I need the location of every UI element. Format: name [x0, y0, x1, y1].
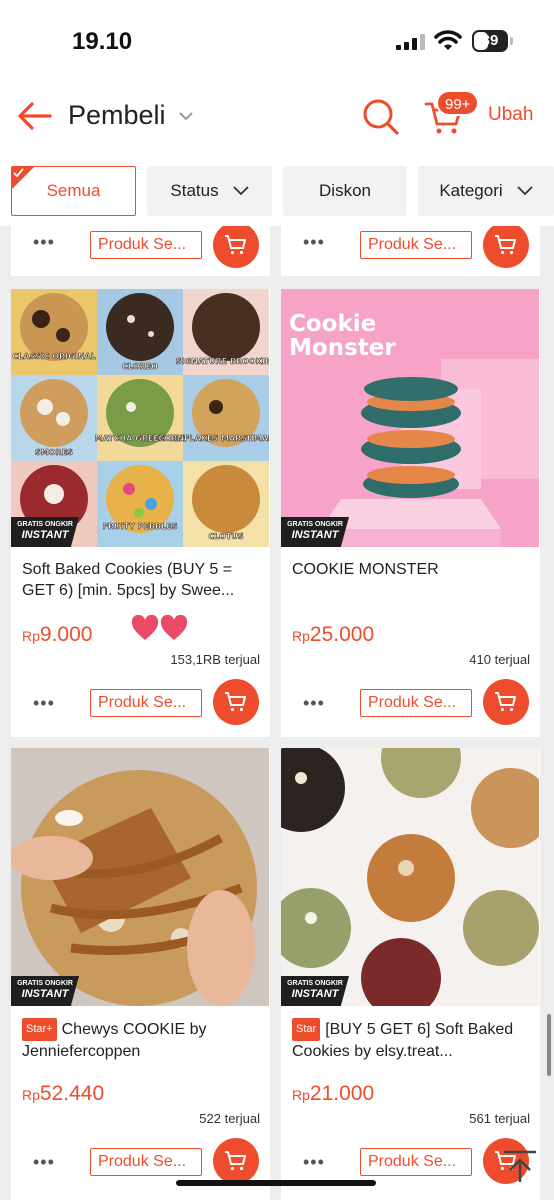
- similar-products-button[interactable]: Produk Se...: [360, 231, 472, 259]
- free-shipping-badge: GRATIS ONGKIR INSTANT: [281, 976, 349, 1006]
- cart-icon: [225, 692, 246, 712]
- sold-count: 410 terjual: [469, 652, 530, 667]
- cart-icon: [495, 692, 516, 712]
- chevron-down-icon: [517, 186, 533, 196]
- similar-products-button[interactable]: Produk Se...: [90, 689, 202, 717]
- product-price: Rp9.000: [22, 623, 93, 646]
- more-options-icon[interactable]: •••: [303, 232, 325, 253]
- assorted-cookies-image: [281, 748, 539, 1006]
- hearts-icon: [131, 615, 188, 640]
- cellular-signal-icon: [396, 34, 425, 50]
- search-icon[interactable]: [360, 96, 400, 136]
- wifi-icon: [434, 30, 462, 50]
- more-options-icon[interactable]: •••: [303, 693, 325, 714]
- similar-products-button[interactable]: Produk Se...: [360, 689, 472, 717]
- sold-count: 522 terjual: [199, 1111, 260, 1126]
- battery-level: 39: [481, 32, 499, 49]
- more-options-icon[interactable]: •••: [33, 1152, 55, 1173]
- cookie-label: FRUITY PEBBLES: [103, 522, 178, 531]
- product-price: Rp25.000: [292, 623, 375, 646]
- more-options-icon[interactable]: •••: [33, 693, 55, 714]
- more-options-icon[interactable]: •••: [33, 232, 55, 253]
- add-to-cart-button[interactable]: [213, 1138, 259, 1184]
- star-badge: Star: [292, 1018, 321, 1041]
- product-image[interactable]: GRATIS ONGKIR INSTANT: [11, 748, 269, 1006]
- product-card[interactable]: Cookie Monster GRATIS ONGKIR INSTANT COOK…: [281, 289, 540, 737]
- add-to-cart-button[interactable]: [213, 679, 259, 725]
- battery-icon: 39: [472, 30, 508, 52]
- page-title[interactable]: Pembeli: [68, 100, 166, 131]
- cart-icon: [225, 235, 246, 255]
- chevron-down-icon: [232, 186, 249, 196]
- status-time: 19.10: [72, 28, 133, 55]
- cookie-label: CLOREO: [122, 362, 158, 371]
- filter-bar: Semua Status Diskon Kategori: [0, 150, 554, 226]
- free-shipping-badge: GRATIS ONGKIR INSTANT: [11, 976, 79, 1006]
- add-to-cart-button[interactable]: [483, 679, 529, 725]
- product-title[interactable]: Soft Baked Cookies (BUY 5 = GET 6) [min.…: [22, 559, 260, 601]
- cookie-label: CORNFLAKES MARSHMALLOW: [159, 434, 269, 443]
- product-price: Rp52.440: [22, 1082, 105, 1105]
- similar-products-button[interactable]: Produk Se...: [360, 1148, 472, 1176]
- add-to-cart-button[interactable]: [213, 226, 259, 268]
- scrollbar[interactable]: [547, 1014, 551, 1076]
- product-image[interactable]: GRATIS ONGKIR INSTANT: [281, 748, 539, 1006]
- similar-products-button[interactable]: Produk Se...: [90, 231, 202, 259]
- similar-products-button[interactable]: Produk Se...: [90, 1148, 202, 1176]
- status-bar: 19.10 39: [0, 0, 554, 84]
- filter-status-label: Status: [170, 181, 219, 200]
- scroll-to-top-icon[interactable]: [500, 1148, 540, 1184]
- add-to-cart-button[interactable]: [483, 226, 529, 268]
- checkmark-icon: [12, 167, 34, 189]
- product-card-partial[interactable]: ••• Produk Se...: [281, 226, 540, 276]
- product-title[interactable]: Star+ Chewys COOKIE by Jenniefercoppen: [22, 1018, 260, 1062]
- product-card[interactable]: GRATIS ONGKIR INSTANT Star [BUY 5 GET 6] S…: [281, 748, 540, 1200]
- filter-all-label: Semua: [46, 181, 101, 200]
- back-arrow-icon[interactable]: [14, 96, 54, 136]
- more-options-icon[interactable]: •••: [303, 1152, 325, 1173]
- filter-status[interactable]: Status: [147, 166, 272, 216]
- product-card-partial[interactable]: ••• Produk Se...: [11, 226, 270, 276]
- filter-discount[interactable]: Diskon: [283, 166, 407, 216]
- cart-count-badge: 99+: [436, 90, 480, 116]
- product-image[interactable]: CLASSIC ORIGINAL CLOREO SIGNATURE BROOKI…: [11, 289, 269, 547]
- filter-category-label: Kategori: [439, 181, 503, 200]
- filter-all[interactable]: Semua: [11, 166, 136, 216]
- filter-category[interactable]: Kategori: [418, 166, 554, 216]
- product-card[interactable]: CLASSIC ORIGINAL CLOREO SIGNATURE BROOKI…: [11, 289, 270, 737]
- free-shipping-badge: GRATIS ONGKIR INSTANT: [281, 517, 349, 547]
- cookie-label: SMORES: [35, 448, 73, 457]
- cookie-monster-image: Cookie Monster: [281, 289, 539, 547]
- cookie-label: CLASSIC ORIGINAL: [12, 352, 95, 361]
- cookie-label: SIGNATURE BROOKIES: [176, 357, 269, 366]
- cart-icon: [225, 1151, 246, 1171]
- product-card[interactable]: GRATIS ONGKIR INSTANT Star+ Chewys COOKIE …: [11, 748, 270, 1200]
- sold-count: 153,1RB terjual: [170, 652, 260, 667]
- edit-link[interactable]: Ubah: [488, 104, 533, 126]
- sold-count: 561 terjual: [469, 1111, 530, 1126]
- product-title[interactable]: Star [BUY 5 GET 6] Soft Baked Cookies by …: [292, 1018, 530, 1062]
- chevron-down-icon[interactable]: [178, 110, 194, 122]
- product-price: Rp21.000: [292, 1082, 375, 1105]
- free-shipping-badge: GRATIS ONGKIR INSTANT: [11, 517, 79, 547]
- chewy-cookie-image: [11, 748, 269, 1006]
- filter-discount-label: Diskon: [319, 181, 371, 200]
- home-indicator[interactable]: [176, 1180, 376, 1186]
- cart-icon: [495, 235, 516, 255]
- star-plus-badge: Star+: [22, 1018, 57, 1041]
- product-image[interactable]: Cookie Monster GRATIS ONGKIR INSTANT: [281, 289, 539, 547]
- cookie-label: CLOTUS: [208, 532, 243, 541]
- image-caption: Cookie: [289, 311, 376, 337]
- product-title[interactable]: COOKIE MONSTER: [292, 559, 530, 580]
- top-nav: Pembeli 99+ Ubah: [0, 84, 554, 150]
- image-caption: Monster: [289, 335, 396, 361]
- cookie-grid-image: CLASSIC ORIGINAL CLOREO SIGNATURE BROOKI…: [11, 289, 269, 547]
